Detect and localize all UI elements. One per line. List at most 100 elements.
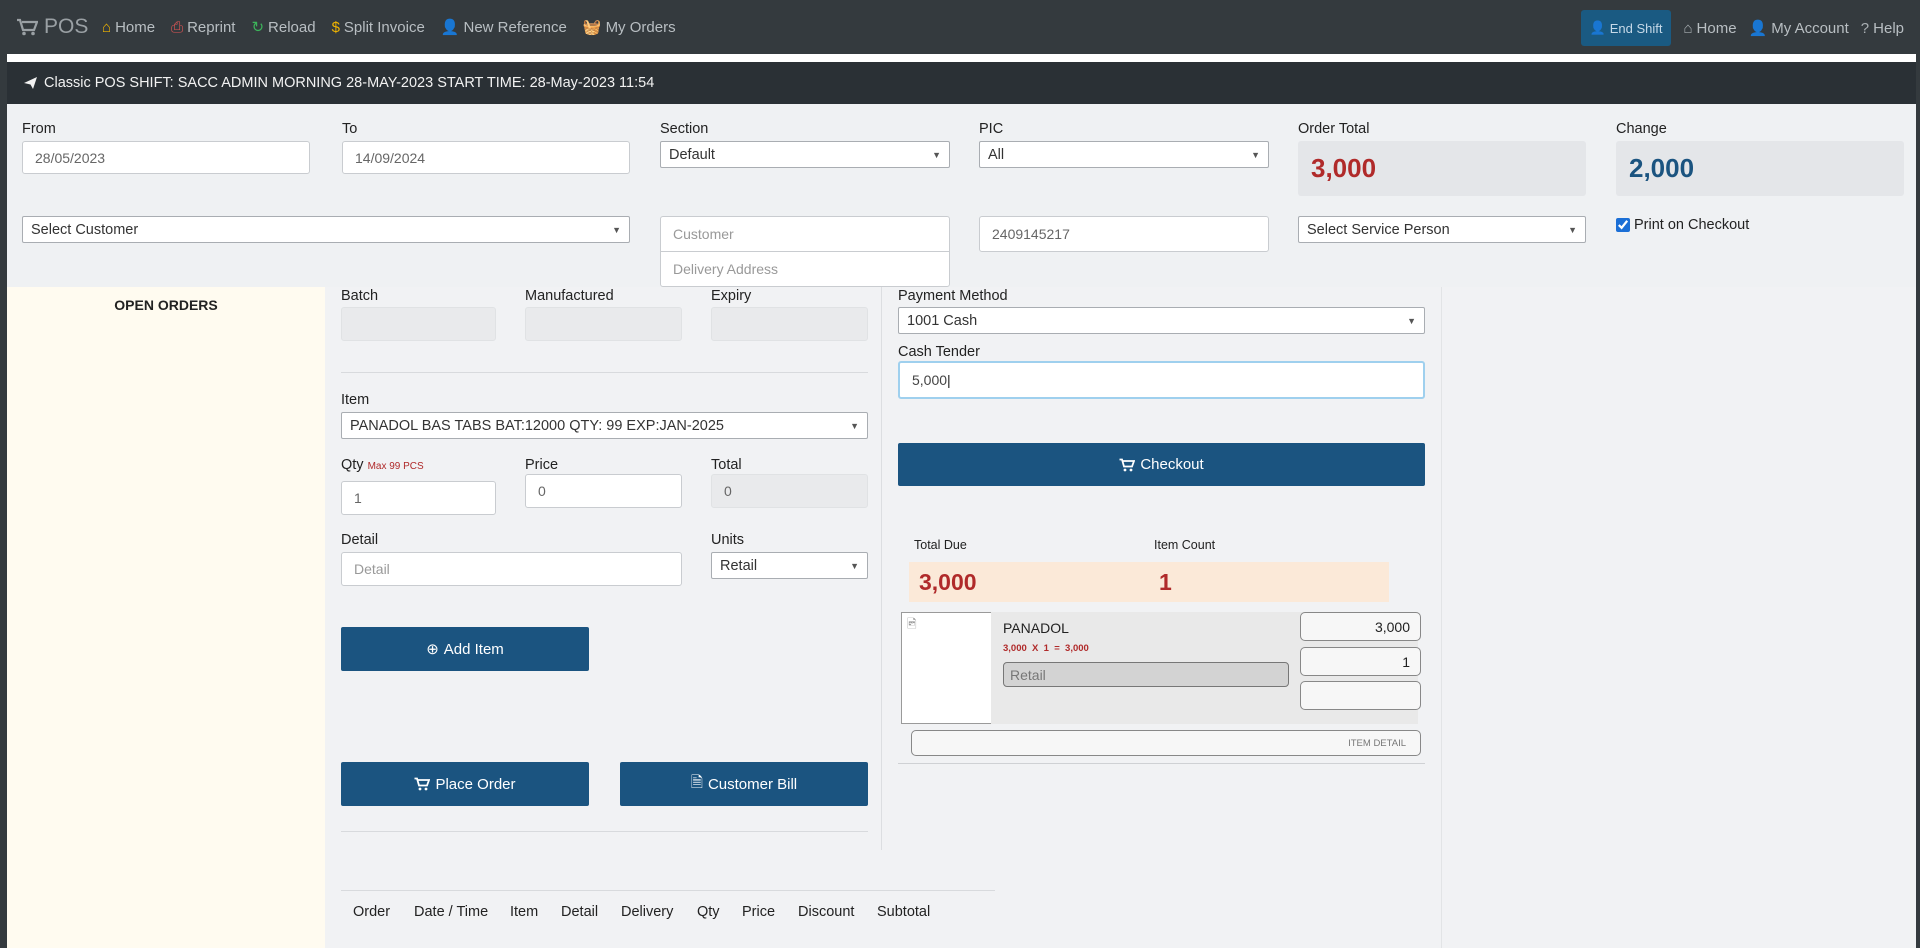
item-count-label: Item Count xyxy=(1154,538,1216,552)
nav-home-right[interactable]: ⌂ Home xyxy=(1683,20,1736,37)
orders-table-header: Order Date / Time Item Detail Delivery Q… xyxy=(353,904,930,920)
cash-tender-input[interactable]: 5,000 | xyxy=(898,361,1425,399)
add-item-label: Add Item xyxy=(443,640,504,658)
user-plus-icon: 👤 xyxy=(440,19,460,36)
expiry-input xyxy=(711,307,868,341)
pic-value: All xyxy=(988,146,1005,163)
end-shift-button[interactable]: 👤 End Shift xyxy=(1580,10,1672,46)
th-order: Order xyxy=(353,904,391,920)
th-detail: Detail xyxy=(561,904,599,920)
delivery-address-placeholder: Delivery Address xyxy=(673,261,779,277)
customer-input[interactable]: Customer xyxy=(660,216,950,252)
line-item-amount-input[interactable]: 3,000 xyxy=(1300,612,1421,641)
section-select[interactable]: Default ▼ xyxy=(660,141,950,168)
place-order-label: Place Order xyxy=(435,775,516,793)
home-icon: ⌂ xyxy=(102,18,112,36)
reload-icon: ↻ xyxy=(251,19,265,36)
brand[interactable]: POS xyxy=(16,15,88,39)
customer-select[interactable]: Select Customer ▼ xyxy=(22,216,630,243)
th-date-time: Date / Time xyxy=(414,904,489,920)
shift-bar-text: Classic POS SHIFT: SACC ADMIN MORNING 28… xyxy=(44,75,655,91)
item-select[interactable]: PANADOL BAS TABS BAT:12000 QTY: 99 EXP:J… xyxy=(341,412,868,439)
qty-label-group: Qty Max 99 PCS xyxy=(341,457,424,473)
nav-reload-label: Reload xyxy=(268,18,316,36)
nav-new-reference-label: New Reference xyxy=(463,18,567,36)
file-icon: 🗎 xyxy=(690,773,703,791)
from-date-input[interactable]: 28/05/2023 xyxy=(22,141,310,174)
nav-reprint-label: Reprint xyxy=(187,18,236,36)
detail-input[interactable]: Detail xyxy=(341,552,682,586)
change-value: 2,000 xyxy=(1616,141,1904,196)
qty-label: Qty xyxy=(341,457,364,473)
customer-placeholder: Customer xyxy=(673,226,734,242)
nav-home-right-label: Home xyxy=(1696,19,1737,37)
checkout-label: Checkout xyxy=(1140,456,1204,473)
service-person-value: Select Service Person xyxy=(1307,221,1450,238)
nav-left: ⌂ Home ⎙ Reprint ↻ Reload $ Split Invoic… xyxy=(102,18,676,37)
service-person-select[interactable]: Select Service Person ▼ xyxy=(1298,216,1586,243)
nav-new-reference[interactable]: 👤 New Reference xyxy=(440,18,567,37)
print-on-checkout-checkbox[interactable] xyxy=(1616,218,1630,232)
th-qty: Qty xyxy=(697,904,720,920)
to-label: To xyxy=(342,121,358,137)
user-icon: 👤 xyxy=(1748,20,1768,37)
line-item-unit: Retail xyxy=(1003,662,1289,687)
nav-help-label: Help xyxy=(1873,19,1904,37)
th-discount: Discount xyxy=(798,904,855,920)
to-date-input[interactable]: 14/09/2024 xyxy=(342,141,630,174)
nav-reload[interactable]: ↻ Reload xyxy=(251,18,316,37)
qty-max-hint: Max 99 PCS xyxy=(367,461,424,472)
pic-select[interactable]: All ▼ xyxy=(979,141,1269,168)
delivery-address-input[interactable]: Delivery Address xyxy=(660,251,950,287)
cart-icon xyxy=(414,777,431,791)
filter-panel: From 28/05/2023 To 14/09/2024 Section De… xyxy=(7,104,1916,287)
right-panel xyxy=(1441,287,1916,948)
plus-circle-icon: ⊕ xyxy=(426,641,439,658)
qty-input[interactable]: 1 xyxy=(341,481,496,515)
dollar-icon: $ xyxy=(331,18,340,36)
order-entry-panel: Batch Manufactured Expiry Item PANADOL B… xyxy=(325,287,1441,948)
nav-my-orders[interactable]: 🧺 My Orders xyxy=(583,18,676,37)
th-price: Price xyxy=(742,904,776,920)
checkout-button[interactable]: Checkout xyxy=(898,443,1425,486)
broken-image-icon: 🖻 xyxy=(907,617,917,631)
divider xyxy=(898,763,1425,764)
item-select-value: PANADOL BAS TABS BAT:12000 QTY: 99 EXP:J… xyxy=(350,417,724,434)
customer-bill-button[interactable]: 🗎 Customer Bill xyxy=(620,762,868,806)
payment-method-label: Payment Method xyxy=(898,288,1008,304)
print-on-checkout: Print on Checkout xyxy=(1616,217,1749,233)
line-item-extra-input[interactable] xyxy=(1300,681,1421,710)
nav-my-account[interactable]: 👤 My Account xyxy=(1748,19,1849,38)
nav-split-invoice[interactable]: $ Split Invoice xyxy=(332,18,425,36)
add-item-button[interactable]: ⊕ Add Item xyxy=(341,627,589,671)
price-input[interactable]: 0 xyxy=(525,474,682,508)
item-label: Item xyxy=(341,392,370,408)
item-detail-button[interactable]: ITEM DETAIL xyxy=(911,730,1421,756)
item-count-value: 1 xyxy=(1149,562,1389,602)
column-separator xyxy=(881,287,882,850)
divider xyxy=(341,890,995,891)
left-frame xyxy=(0,54,7,948)
place-order-button[interactable]: Place Order xyxy=(341,762,589,806)
divider xyxy=(341,372,868,373)
payment-method-value: 1001 Cash xyxy=(907,312,978,329)
nav-reprint[interactable]: ⎙ Reprint xyxy=(171,18,235,36)
open-orders-title: OPEN ORDERS xyxy=(114,297,218,313)
nav-help[interactable]: ? Help xyxy=(1861,20,1904,37)
chevron-down-icon: ▼ xyxy=(612,224,621,235)
section-value: Default xyxy=(669,146,715,163)
customer-select-value: Select Customer xyxy=(31,221,139,238)
line-item-qty-input[interactable]: 1 xyxy=(1300,647,1421,676)
from-label: From xyxy=(22,121,56,137)
phone-input[interactable]: 2409145217 xyxy=(979,216,1269,252)
question-icon: ? xyxy=(1860,19,1870,37)
top-navbar: POS ⌂ Home ⎙ Reprint ↻ Reload $ Split In… xyxy=(0,0,1920,54)
nav-split-invoice-label: Split Invoice xyxy=(343,18,425,36)
detail-label: Detail xyxy=(341,532,379,548)
payment-method-select[interactable]: 1001 Cash ▼ xyxy=(898,307,1425,334)
nav-home[interactable]: ⌂ Home xyxy=(102,18,155,36)
th-delivery: Delivery xyxy=(621,904,674,920)
divider xyxy=(341,831,868,832)
pic-label: PIC xyxy=(979,121,1004,137)
units-select[interactable]: Retail ▼ xyxy=(711,552,868,579)
